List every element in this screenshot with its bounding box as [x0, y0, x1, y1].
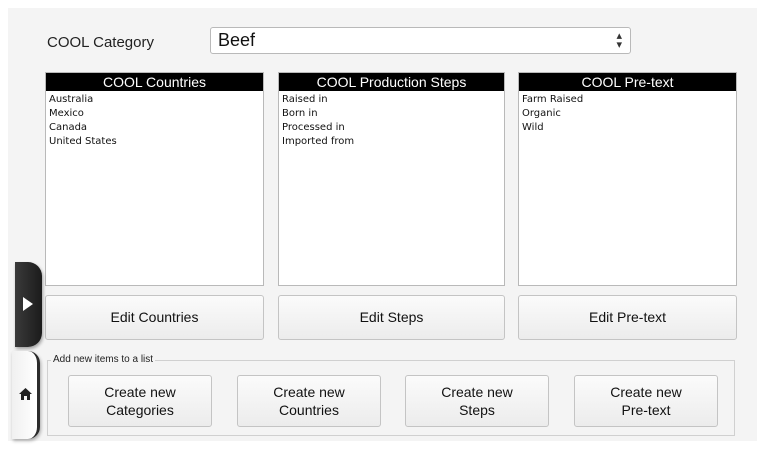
- home-side-tab[interactable]: [12, 351, 40, 439]
- home-icon: [19, 388, 32, 400]
- category-label: COOL Category: [47, 34, 154, 51]
- list-item[interactable]: Wild: [522, 121, 733, 135]
- edit-pretext-button[interactable]: Edit Pre-text: [518, 295, 737, 340]
- countries-listbox[interactable]: COOL Countries Australia Mexico Canada U…: [45, 72, 264, 286]
- list-item[interactable]: Farm Raised: [522, 93, 733, 107]
- list-item[interactable]: United States: [49, 135, 260, 149]
- list-item[interactable]: Australia: [49, 93, 260, 107]
- expand-side-tab[interactable]: [15, 262, 42, 347]
- list-item[interactable]: Imported from: [282, 135, 501, 149]
- create-pretext-button[interactable]: Create new Pre-text: [574, 375, 718, 427]
- select-updown-arrow-icon: ▴ ▾: [616, 30, 622, 51]
- steps-list-header: COOL Production Steps: [279, 73, 504, 91]
- edit-steps-button[interactable]: Edit Steps: [278, 295, 505, 340]
- create-countries-button[interactable]: Create new Countries: [237, 375, 381, 427]
- list-item[interactable]: Processed in: [282, 121, 501, 135]
- create-steps-button[interactable]: Create new Steps: [405, 375, 549, 427]
- list-item[interactable]: Canada: [49, 121, 260, 135]
- list-item[interactable]: Organic: [522, 107, 733, 121]
- list-item[interactable]: Born in: [282, 107, 501, 121]
- edit-countries-button[interactable]: Edit Countries: [45, 295, 264, 340]
- category-selected-value: Beef: [218, 30, 256, 50]
- category-select[interactable]: Beef ▴ ▾: [210, 27, 631, 54]
- create-categories-button[interactable]: Create new Categories: [68, 375, 212, 427]
- list-item[interactable]: Raised in: [282, 93, 501, 107]
- countries-list-header: COOL Countries: [46, 73, 263, 91]
- pretext-list-header: COOL Pre-text: [519, 73, 736, 91]
- pretext-listbox[interactable]: COOL Pre-text Farm Raised Organic Wild: [518, 72, 737, 286]
- list-item[interactable]: Mexico: [49, 107, 260, 121]
- steps-listbox[interactable]: COOL Production Steps Raised in Born in …: [278, 72, 505, 286]
- play-arrow-icon: [23, 297, 33, 311]
- add-items-group-legend: Add new items to a list: [51, 354, 156, 365]
